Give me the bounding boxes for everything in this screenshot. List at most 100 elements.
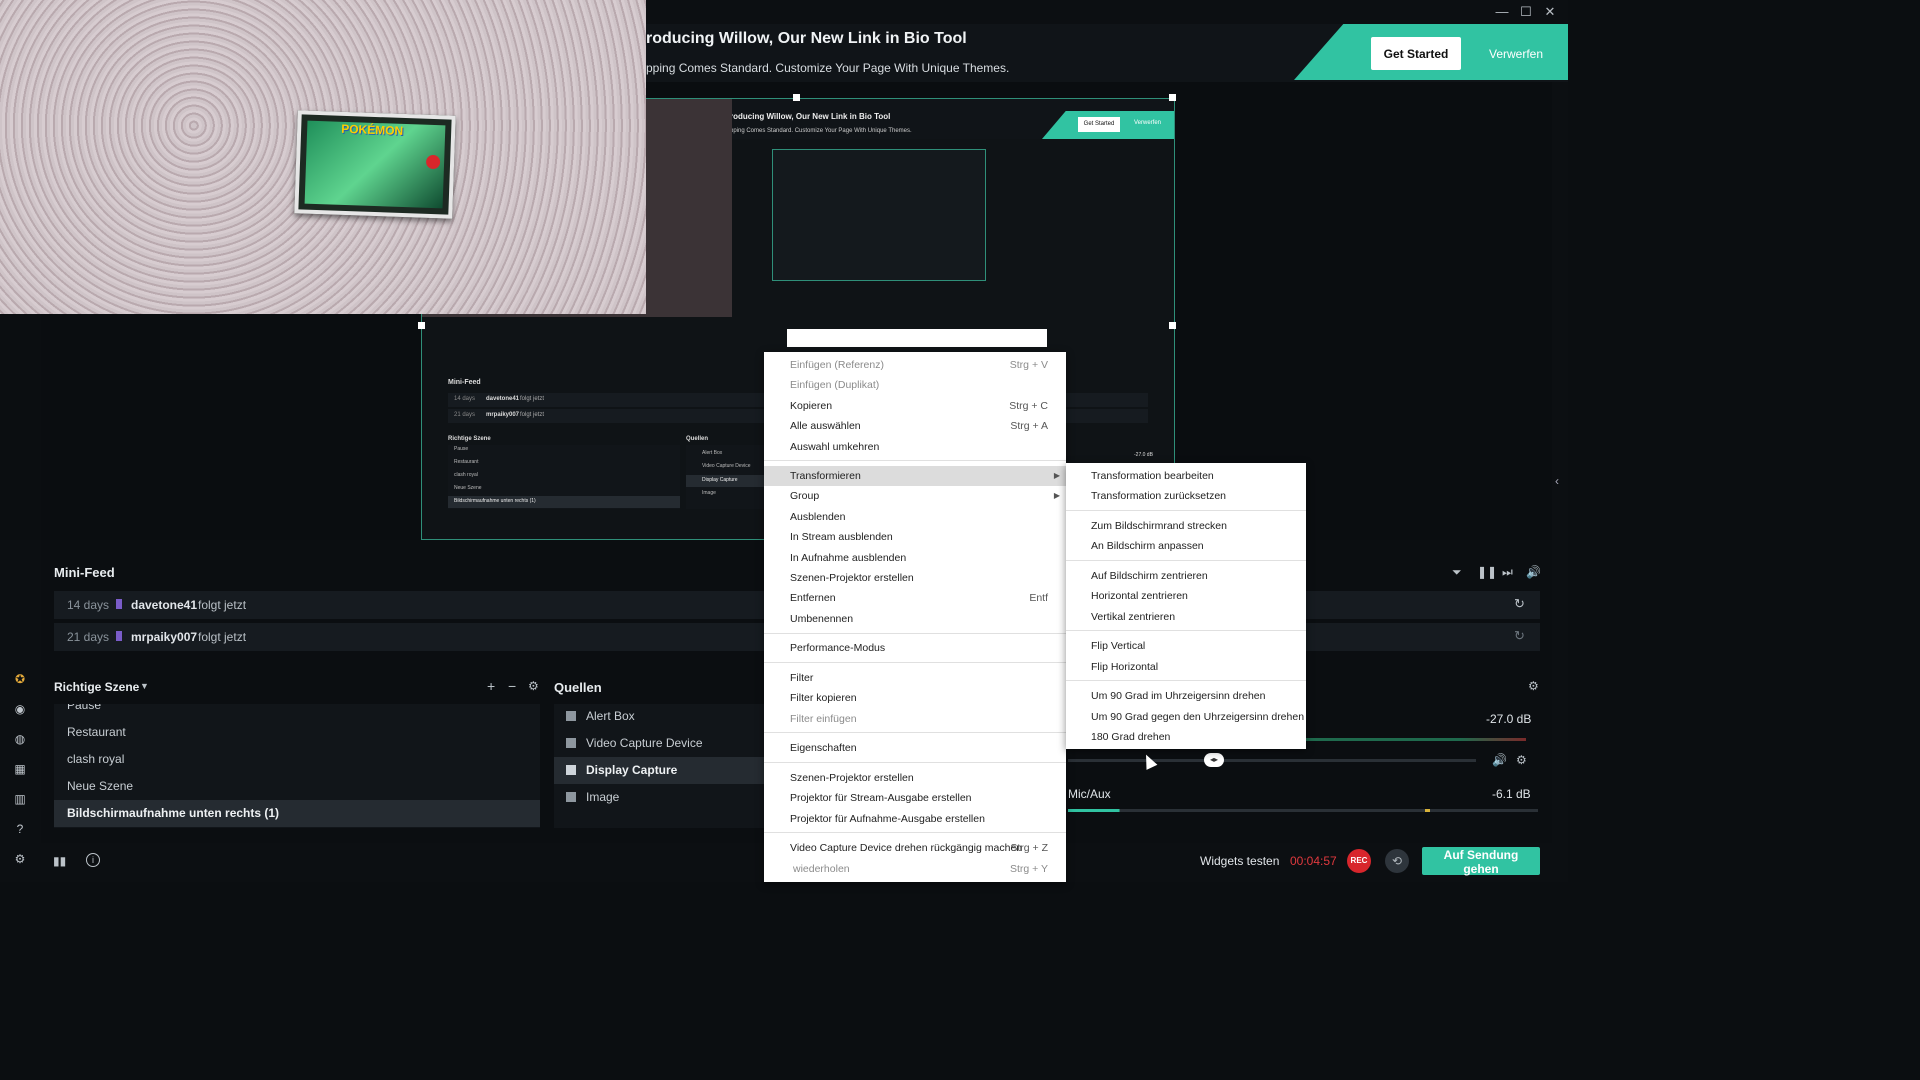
- transform-handle[interactable]: [418, 322, 425, 329]
- right-panel-toggle[interactable]: ‹: [1552, 82, 1568, 882]
- slider-handle[interactable]: ◂▸: [1204, 753, 1224, 767]
- menu-item-undo[interactable]: Video Capture Device drehen rückgängig m…: [764, 838, 1066, 858]
- nested-scene-4: Bildschirmaufnahme unten rechts (1): [454, 498, 536, 504]
- skip-icon[interactable]: ⏭: [1502, 565, 1513, 580]
- source-item[interactable]: Video Capture Device: [586, 736, 703, 750]
- volume-slider-track[interactable]: [1068, 759, 1476, 762]
- scene-item[interactable]: Neue Szene: [67, 779, 133, 793]
- stats-icon[interactable]: ▮▮: [53, 854, 66, 868]
- nested-feed-days-2: 21 days: [454, 412, 476, 418]
- nested-scene-1: Restaurant: [454, 459, 479, 465]
- nested-discard: Verwerfen: [1134, 120, 1162, 126]
- volume-icon[interactable]: 🔊: [1492, 753, 1507, 767]
- menu-item-select-all[interactable]: Alle auswählen Strg + A: [764, 416, 1066, 436]
- gear-icon[interactable]: ⚙: [12, 851, 28, 867]
- webcam-feed[interactable]: POKÉMON: [0, 0, 646, 314]
- help-icon[interactable]: ?: [12, 821, 28, 837]
- menu-item-hide-in-stream[interactable]: In Stream ausblenden: [764, 527, 1066, 547]
- audio-settings-icon[interactable]: ⚙: [1516, 753, 1527, 767]
- nested-source-2: Display Capture: [702, 477, 738, 483]
- left-nav-rail: ✪ ◉ ◍ ▦ ▥ ? ⚙: [0, 540, 41, 882]
- menu-item-paste-filter[interactable]: Filter einfügen: [764, 709, 1066, 729]
- menu-item-copy[interactable]: Kopieren Strg + C: [764, 396, 1066, 416]
- submenu-item-flip-horizontal[interactable]: Flip Horizontal: [1066, 657, 1306, 677]
- menu-item-recording-projector[interactable]: Projektor für Aufnahme-Ausgabe erstellen: [764, 809, 1066, 829]
- add-scene-icon[interactable]: +: [487, 678, 495, 694]
- library-icon[interactable]: ▥: [12, 791, 28, 807]
- menu-item-properties[interactable]: Eigenschaften: [764, 738, 1066, 758]
- repeat-icon[interactable]: ↻: [1514, 628, 1525, 644]
- menu-item-stream-projector[interactable]: Projektor für Stream-Ausgabe erstellen: [764, 788, 1066, 808]
- submenu-item-center-vertical[interactable]: Vertikal zentrieren: [1066, 607, 1306, 627]
- menu-item-hide-in-recording[interactable]: In Aufnahme ausblenden: [764, 548, 1066, 568]
- menu-item-hide[interactable]: Ausblenden: [764, 507, 1066, 527]
- feed-days: 21 days: [67, 630, 110, 644]
- volume-icon[interactable]: 🔊: [1526, 565, 1541, 579]
- menu-item-paste-duplicate[interactable]: Einfügen (Duplikat): [764, 375, 1066, 395]
- minimize-icon[interactable]: —: [1492, 3, 1512, 21]
- filter-icon[interactable]: ⏷: [1452, 565, 1462, 580]
- go-live-button[interactable]: Auf Sendung gehen: [1422, 847, 1540, 876]
- nested-feed-user-1: davetone41: [486, 396, 520, 402]
- scene-settings-icon[interactable]: ⚙: [528, 679, 539, 693]
- submenu-item-stretch[interactable]: Zum Bildschirmrand strecken: [1066, 516, 1306, 536]
- discard-button[interactable]: Verwerfen: [1476, 37, 1556, 70]
- pause-icon[interactable]: ❚❚: [1477, 565, 1497, 579]
- chevron-down-icon[interactable]: ▼: [140, 681, 149, 691]
- nested-source-3: Image: [702, 490, 716, 496]
- transform-handle[interactable]: [793, 94, 800, 101]
- scene-item[interactable]: clash royal: [67, 752, 124, 766]
- submenu-item-reset-transform[interactable]: Transformation zurücksetzen: [1066, 486, 1306, 506]
- chat-icon[interactable]: ◍: [12, 731, 28, 747]
- menu-item-create-scene-projector[interactable]: Szenen-Projektor erstellen: [764, 768, 1066, 788]
- minifeed-title: Mini-Feed: [54, 565, 115, 580]
- submenu-item-fit[interactable]: An Bildschirm anpassen: [1066, 536, 1306, 556]
- menu-item-performance-mode[interactable]: Performance-Modus: [764, 638, 1066, 658]
- menu-item-copy-filter[interactable]: Filter kopieren: [764, 688, 1066, 708]
- banner-subtitle: pping Comes Standard. Customize Your Pag…: [646, 61, 1010, 75]
- theme-icon[interactable]: ◉: [12, 701, 28, 717]
- source-item[interactable]: Image: [586, 790, 619, 804]
- menu-item-remove[interactable]: Entfernen Entf: [764, 588, 1066, 608]
- banner-title: roducing Willow, Our New Link in Bio Too…: [646, 30, 967, 47]
- menu-item-filter[interactable]: Filter: [764, 668, 1066, 688]
- submenu-item-center[interactable]: Auf Bildschirm zentrieren: [1066, 566, 1306, 586]
- submenu-item-edit-transform[interactable]: Transformation bearbeiten: [1066, 466, 1306, 486]
- pokemon-card-image: POKÉMON: [294, 110, 456, 219]
- grid-icon[interactable]: ▦: [12, 761, 28, 777]
- widgets-test-button[interactable]: Widgets testen: [1200, 854, 1279, 868]
- mixer-settings-icon[interactable]: ⚙: [1528, 679, 1539, 693]
- close-icon[interactable]: ✕: [1540, 3, 1560, 21]
- menu-item-transform[interactable]: Transformieren ▶: [764, 466, 1066, 486]
- menu-item-group[interactable]: Group ▶: [764, 486, 1066, 506]
- chevron-left-icon[interactable]: ‹: [1555, 474, 1559, 488]
- scene-item[interactable]: Restaurant: [67, 725, 126, 739]
- remove-scene-icon[interactable]: −: [508, 678, 516, 694]
- scene-collection-title[interactable]: Richtige Szene: [54, 680, 139, 694]
- menu-item-scene-projector[interactable]: Szenen-Projektor erstellen: [764, 568, 1066, 588]
- menu-item-invert-selection[interactable]: Auswahl umkehren: [764, 437, 1066, 457]
- submenu-item-rotate-180[interactable]: 180 Grad drehen: [1066, 727, 1306, 747]
- alert-icon[interactable]: ✪: [12, 671, 28, 687]
- source-item-selected[interactable]: Display Capture: [554, 757, 764, 784]
- submenu-item-flip-vertical[interactable]: Flip Vertical: [1066, 636, 1306, 656]
- submenu-item-rotate-cw[interactable]: Um 90 Grad im Uhrzeigersinn drehen: [1066, 686, 1306, 706]
- get-started-button[interactable]: Get Started: [1371, 37, 1461, 70]
- menu-item-rename[interactable]: Umbenennen: [764, 609, 1066, 629]
- maximize-icon[interactable]: ☐: [1516, 3, 1536, 21]
- menu-item-paste-reference[interactable]: Einfügen (Referenz) Strg + V: [764, 355, 1066, 375]
- scene-item[interactable]: Pause: [67, 704, 101, 712]
- menu-item-redo[interactable]: wiederholen Strg + Y: [764, 859, 1066, 879]
- source-item[interactable]: Alert Box: [586, 709, 635, 723]
- transform-handle[interactable]: [1169, 94, 1176, 101]
- nested-source-1: Video Capture Device: [702, 463, 751, 469]
- replay-buffer-icon[interactable]: ⟲: [1385, 849, 1409, 873]
- rec-button[interactable]: REC: [1347, 849, 1371, 873]
- info-icon[interactable]: i: [86, 853, 100, 867]
- scene-item-selected[interactable]: Bildschirmaufnahme unten rechts (1): [54, 800, 540, 827]
- bell-icon: [566, 711, 576, 721]
- repeat-icon[interactable]: ↻: [1514, 596, 1525, 612]
- submenu-item-rotate-ccw[interactable]: Um 90 Grad gegen den Uhrzeigersinn drehe…: [1066, 707, 1306, 727]
- transform-handle[interactable]: [1169, 322, 1176, 329]
- submenu-item-center-horizontal[interactable]: Horizontal zentrieren: [1066, 586, 1306, 606]
